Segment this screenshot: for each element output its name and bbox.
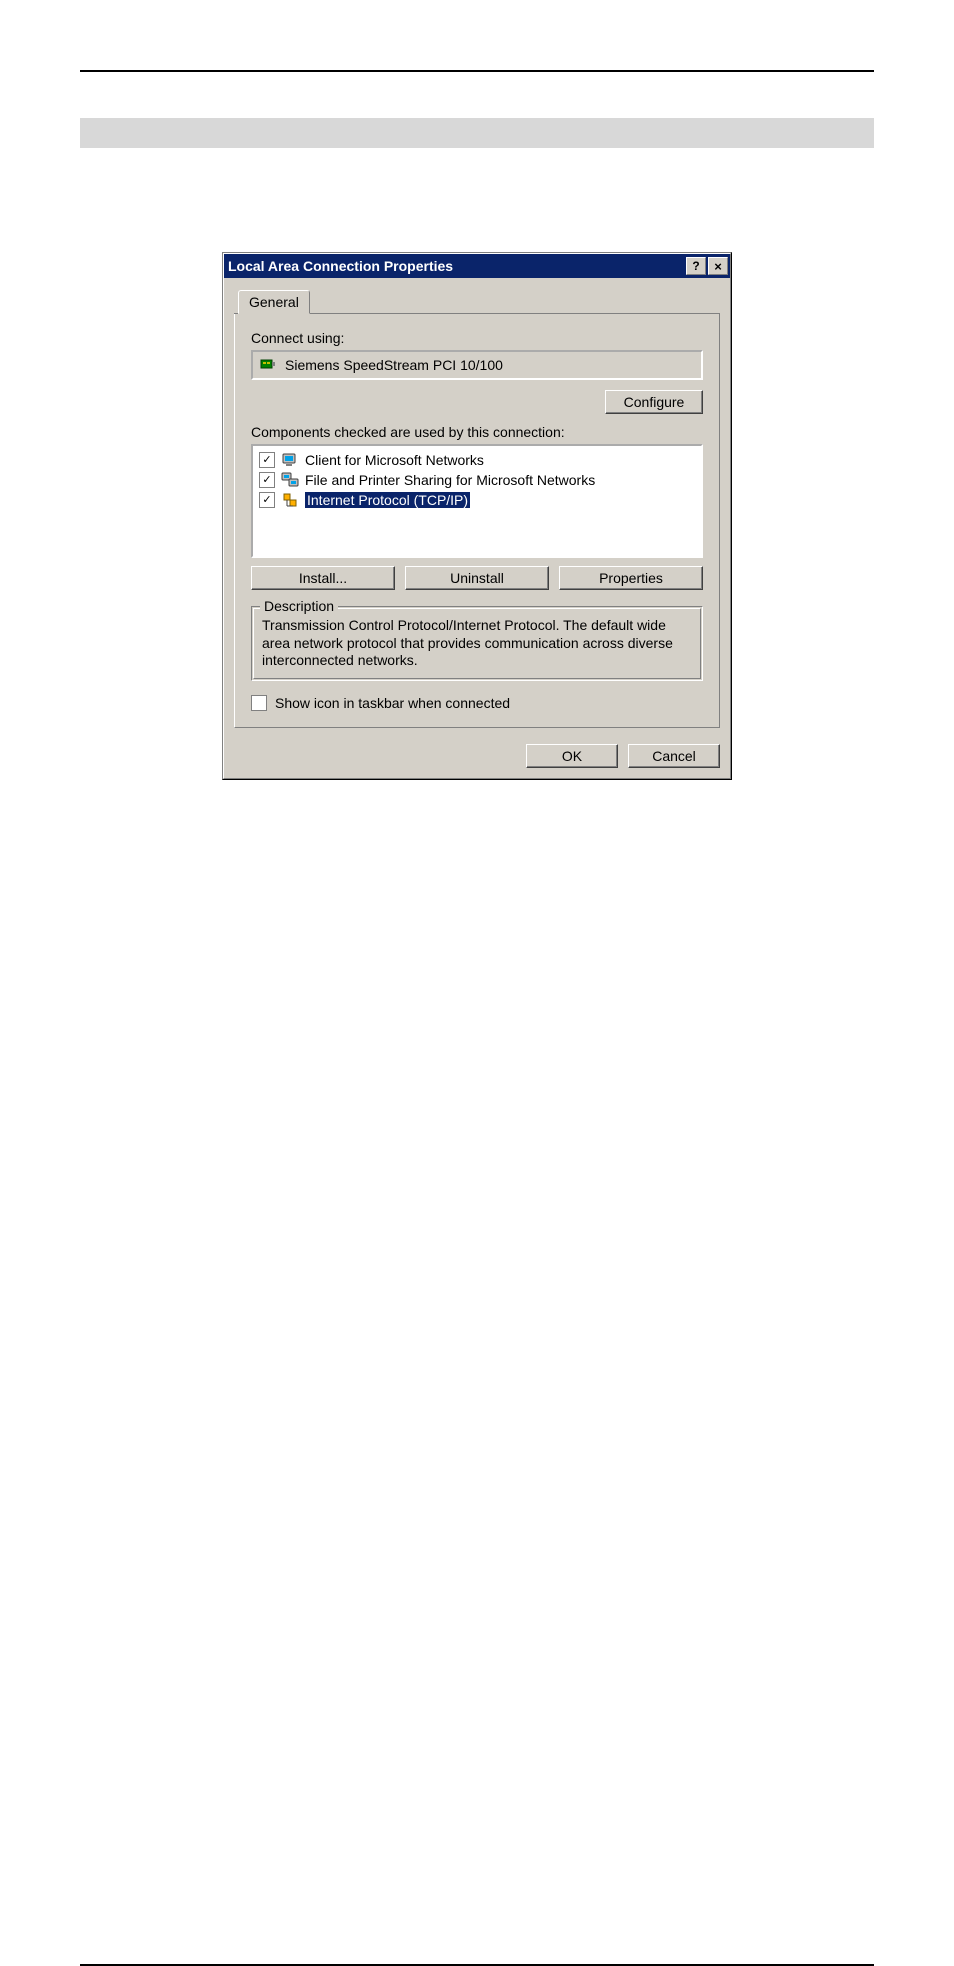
install-button[interactable]: Install... [251,566,395,590]
list-item-label: File and Printer Sharing for Microsoft N… [305,472,595,488]
close-button[interactable]: × [708,257,728,275]
description-text: Transmission Control Protocol/Internet P… [262,617,692,670]
adapter-name: Siemens SpeedStream PCI 10/100 [285,357,503,373]
ok-button[interactable]: OK [526,744,618,768]
connect-using-label: Connect using: [251,330,703,346]
adapter-field: Siemens SpeedStream PCI 10/100 [251,350,703,380]
list-item-label: Client for Microsoft Networks [305,452,484,468]
client-icon [281,451,299,469]
page-top-rule [80,70,874,72]
description-group: Description Transmission Control Protoco… [251,606,703,681]
components-listbox[interactable]: Client for Microsoft Networks File and P… [251,444,703,558]
tab-body-general: Connect using: Siemens SpeedStream PCI 1… [234,314,720,728]
tab-strip: General [234,288,720,314]
page-gray-band [80,118,874,148]
list-item[interactable]: File and Printer Sharing for Microsoft N… [257,470,697,490]
cancel-button[interactable]: Cancel [628,744,720,768]
description-legend: Description [260,598,338,614]
show-icon-label: Show icon in taskbar when connected [275,695,510,711]
dialog-window: Local Area Connection Properties ? × Gen… [222,252,732,780]
titlebar[interactable]: Local Area Connection Properties ? × [224,254,730,278]
tab-general[interactable]: General [238,290,310,314]
show-icon-checkbox[interactable] [251,695,267,711]
page-bottom-rule [80,1964,874,1966]
dialog-footer: OK Cancel [224,738,730,778]
checkbox-icon[interactable] [259,472,275,488]
components-label: Components checked are used by this conn… [251,424,703,440]
configure-button[interactable]: Configure [605,390,703,414]
properties-button[interactable]: Properties [559,566,703,590]
checkbox-icon[interactable] [259,452,275,468]
list-item[interactable]: Client for Microsoft Networks [257,450,697,470]
checkbox-icon[interactable] [259,492,275,508]
help-button[interactable]: ? [686,257,706,275]
adapter-icon [259,356,277,374]
uninstall-button[interactable]: Uninstall [405,566,549,590]
file-printer-icon [281,471,299,489]
list-item-label: Internet Protocol (TCP/IP) [305,492,470,508]
window-title: Local Area Connection Properties [228,258,684,274]
protocol-icon [281,491,299,509]
list-item[interactable]: Internet Protocol (TCP/IP) [257,490,697,510]
